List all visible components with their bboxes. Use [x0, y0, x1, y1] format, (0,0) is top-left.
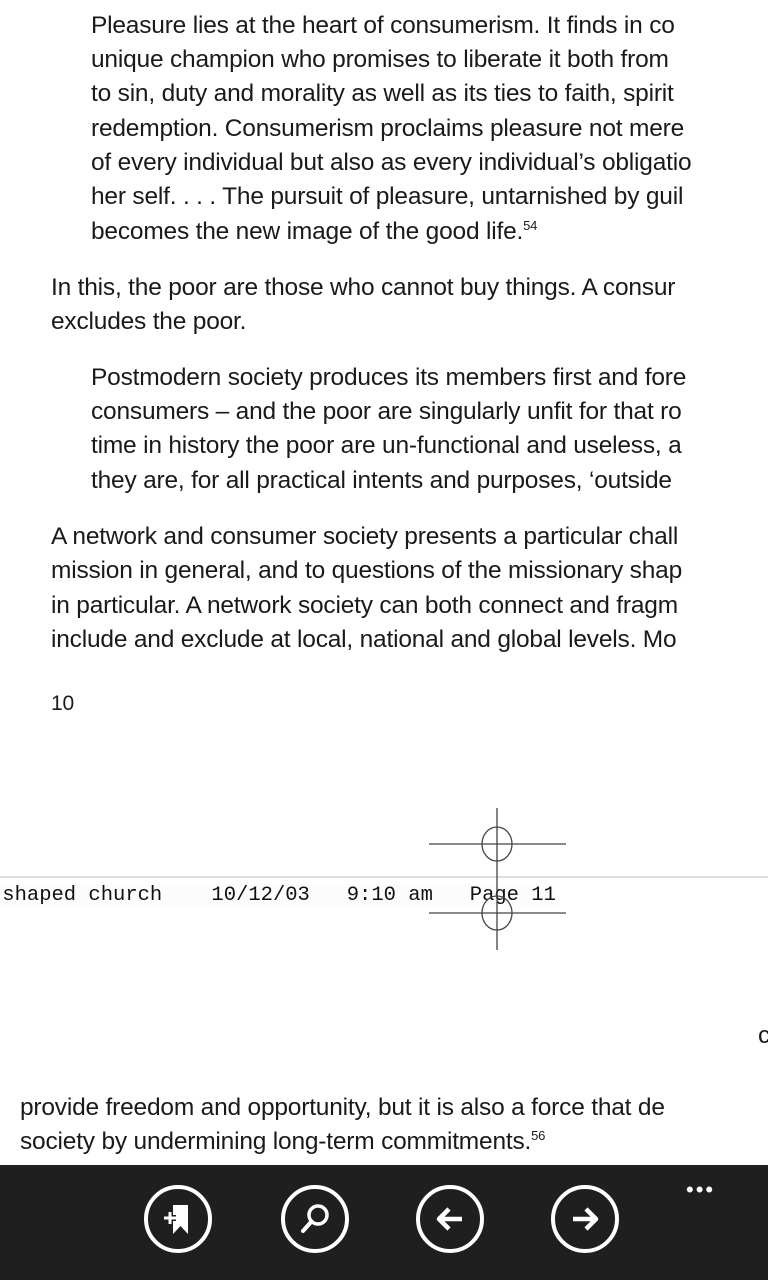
add-bookmark-button[interactable] — [144, 1185, 212, 1253]
quote-line: Postmodern society produces its members … — [91, 364, 687, 391]
paragraph-line: In this, the poor are those who cannot b… — [51, 274, 676, 301]
page-fragment: c — [758, 1022, 768, 1049]
quote-line: they are, for all practical intents and … — [91, 467, 672, 494]
footnote-ref: 54 — [523, 218, 538, 233]
quote-line: unique champion who promises to liberate… — [91, 46, 669, 73]
quote-line: Pleasure lies at the heart of consumeris… — [91, 12, 675, 39]
paragraph-line: excludes the poor. — [51, 308, 247, 335]
footnote-ref: 56 — [531, 1128, 546, 1143]
quote-line: redemption. Consumerism proclaims pleasu… — [91, 115, 685, 142]
paragraph-line: A network and consumer society presents … — [51, 523, 679, 550]
quote-line: her self. . . . The pursuit of pleasure,… — [91, 183, 684, 210]
app-bar: ••• — [0, 1165, 768, 1280]
page-divider — [0, 876, 768, 878]
quote-line: time in history the poor are un-function… — [91, 432, 682, 459]
paragraph-line: society by undermining long-term commitm… — [20, 1125, 545, 1159]
quote-line: becomes the new image of the good life.5… — [91, 215, 537, 249]
more-options-button[interactable]: ••• — [686, 1177, 715, 1203]
crop-mark-icon — [429, 808, 566, 950]
previous-page-button[interactable] — [416, 1185, 484, 1253]
paragraph-text: society by undermining long-term commitm… — [20, 1128, 532, 1155]
search-button[interactable] — [281, 1185, 349, 1253]
search-icon — [301, 1204, 329, 1233]
paragraph-line: include and exclude at local, national a… — [51, 626, 677, 653]
back-arrow-icon — [436, 1207, 462, 1231]
quote-text: becomes the new image of the good life. — [91, 218, 524, 245]
add-bookmark-icon — [164, 1205, 188, 1234]
quote-line: consumers – and the poor are singularly … — [91, 398, 682, 425]
forward-arrow-icon — [573, 1207, 599, 1231]
paragraph-line: provide freedom and opportunity, but it … — [20, 1094, 665, 1121]
paragraph-line: mission in general, and to questions of … — [51, 557, 683, 584]
quote-line: to sin, duty and morality as well as its… — [91, 80, 674, 107]
paragraph-line: in particular. A network society can bot… — [51, 592, 678, 619]
next-page-button[interactable] — [551, 1185, 619, 1253]
page-number: 10 — [51, 692, 74, 715]
quote-line: of every individual but also as every in… — [91, 149, 692, 176]
